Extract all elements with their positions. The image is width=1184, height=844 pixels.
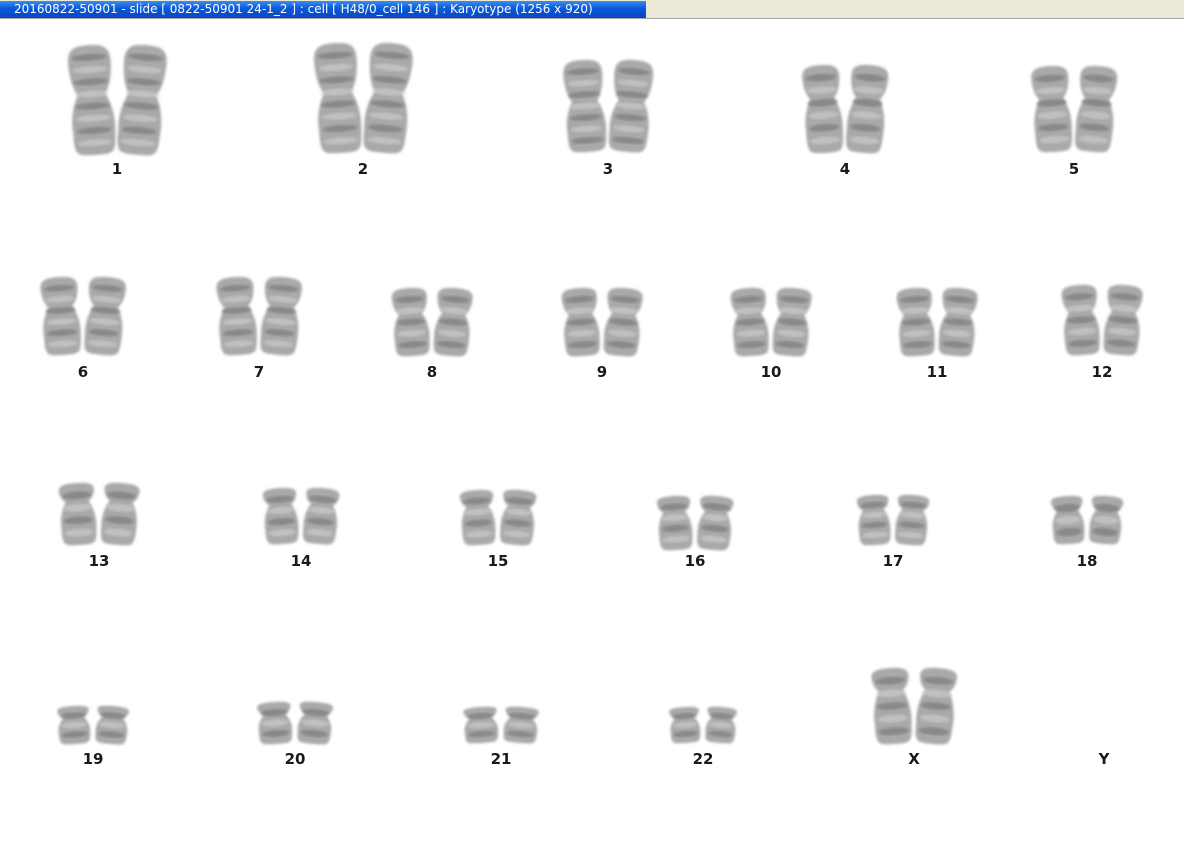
chromosome-pair-21[interactable]: 21 [446, 20, 556, 770]
chromosome-pair-20[interactable]: 20 [240, 20, 350, 770]
window-title: 20160822-50901 - slide [ 0822-50901 24-1… [14, 2, 593, 16]
chromosome-9-a[interactable] [561, 287, 601, 357]
chromosome-10-b[interactable] [771, 287, 812, 358]
chromosome-pair-image [669, 706, 738, 744]
chromosome-X-a[interactable] [871, 667, 913, 745]
chromosome-label: 20 [284, 750, 306, 768]
window-title-tab[interactable]: 20160822-50901 - slide [ 0822-50901 24-1… [0, 1, 646, 18]
chromosome-pair-image [257, 701, 333, 746]
chromosome-pair-22[interactable]: 22 [648, 20, 758, 770]
chromosome-label: 19 [82, 750, 104, 768]
chromosome-label: X [908, 750, 920, 768]
chromosome-pair-19[interactable]: 19 [38, 20, 148, 770]
chromosome-label: 21 [490, 750, 512, 768]
chromosome-20-b[interactable] [296, 701, 333, 746]
chromosome-pair-image [871, 667, 958, 746]
chromosome-X-b[interactable] [914, 667, 958, 746]
chromosome-9-b[interactable] [602, 287, 643, 358]
chromosome-8-a[interactable] [391, 287, 431, 357]
chromosome-pair-X[interactable]: X [859, 20, 969, 770]
chromosome-label: 22 [692, 750, 714, 768]
chromosome-20-a[interactable] [257, 701, 293, 745]
chromosome-21-b[interactable] [503, 706, 540, 745]
title-bar: 20160822-50901 - slide [ 0822-50901 24-1… [0, 0, 1184, 19]
chromosome-21-a[interactable] [463, 706, 499, 744]
karyotype-canvas: 1 2 3 4 5 6 7 8 9 10 11 12 13 14 15 16 17 18 19 20 21 22 X Y [0, 20, 1184, 844]
chromosome-19-b[interactable] [95, 705, 130, 746]
chromosome-22-b[interactable] [705, 706, 738, 744]
chromosome-19-a[interactable] [57, 705, 91, 745]
chromosome-pair-image [463, 706, 540, 745]
chromosome-pair-image [57, 705, 130, 746]
chromosome-pair-Y[interactable]: Y [1049, 20, 1159, 770]
chromosome-22-a[interactable] [669, 706, 701, 744]
chromosome-label: Y [1098, 750, 1110, 768]
